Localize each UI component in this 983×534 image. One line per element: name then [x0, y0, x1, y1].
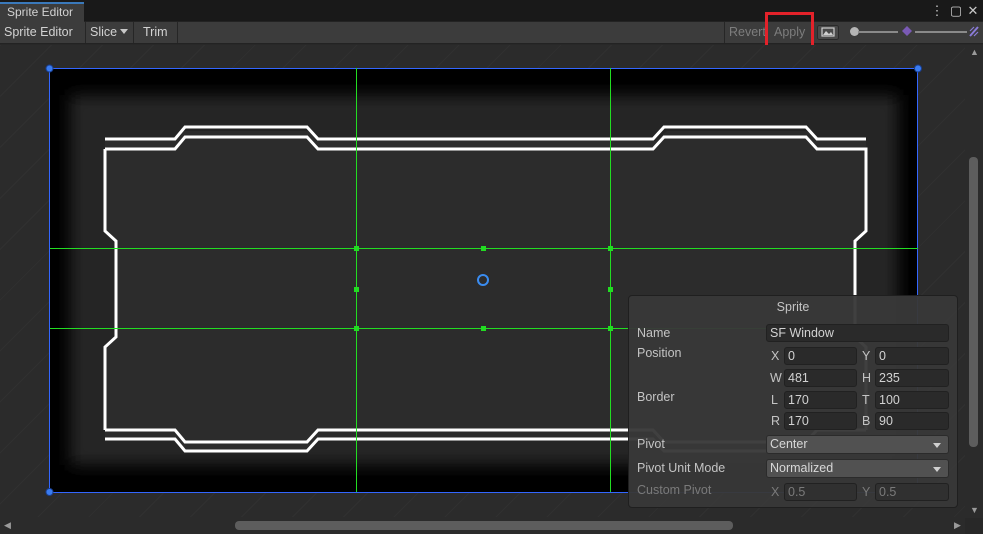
slice-dropdown[interactable]: Slice	[86, 22, 134, 43]
l-label: L	[771, 393, 778, 407]
position-y-field[interactable]: 0	[875, 347, 949, 365]
maximize-icon[interactable]: ▢	[949, 3, 963, 19]
horizontal-scrollbar[interactable]: ◀ ▶	[0, 517, 965, 534]
b-label: B	[862, 414, 871, 428]
alpha-toggle-icon[interactable]	[969, 26, 979, 37]
position-w-field[interactable]: 481	[784, 369, 857, 387]
w-label: W	[770, 371, 782, 385]
custom-pivot-x-label: X	[771, 485, 780, 499]
border-b-field[interactable]: 90	[875, 412, 949, 430]
custom-pivot-x-field[interactable]: 0.5	[784, 483, 857, 501]
image-view-toggle-icon[interactable]	[817, 25, 839, 40]
slice-dropdown-label: Slice	[90, 25, 118, 39]
custom-pivot-y-field[interactable]: 0.5	[875, 483, 949, 501]
border-t-field[interactable]: 100	[875, 391, 949, 409]
y-label: Y	[862, 349, 871, 363]
custom-pivot-y-label: Y	[862, 485, 871, 499]
x-label: X	[771, 349, 780, 363]
border-label: Border	[637, 390, 675, 404]
kebab-menu-icon[interactable]: ⋮	[930, 3, 944, 19]
border-r-field[interactable]: 170	[784, 412, 857, 430]
pivot-unit-mode-value: Normalized	[770, 461, 834, 475]
pivot-dropdown[interactable]: Center	[766, 435, 949, 454]
pivot-label: Pivot	[637, 437, 665, 451]
scroll-up-icon[interactable]: ▲	[970, 47, 979, 57]
name-label: Name	[637, 326, 671, 340]
panel-title: Sprite	[776, 300, 810, 314]
name-field[interactable]: SF Window	[766, 324, 949, 342]
apply-highlight-box	[765, 12, 814, 49]
scroll-right-icon[interactable]: ▶	[954, 520, 961, 531]
tab-bar: Sprite Editor ⋮ ▢ ✕	[0, 0, 983, 22]
scroll-down-icon[interactable]: ▼	[970, 505, 979, 515]
sprite-inspector-panel: Sprite Name SF Window Position X 0 Y 0 W…	[628, 295, 958, 508]
close-icon[interactable]: ✕	[966, 3, 980, 19]
zoom-slider-track[interactable]	[858, 31, 898, 33]
chevron-down-icon	[933, 443, 941, 448]
pivot-unit-mode-label: Pivot Unit Mode	[637, 461, 726, 475]
position-x-field[interactable]: 0	[784, 347, 857, 365]
pivot-dropdown-value: Center	[770, 437, 808, 451]
vertical-scroll-thumb[interactable]	[969, 157, 978, 447]
position-h-field[interactable]: 235	[875, 369, 949, 387]
horizontal-scroll-thumb[interactable]	[235, 521, 733, 530]
scroll-left-icon[interactable]: ◀	[4, 520, 11, 531]
border-l-field[interactable]: 170	[784, 391, 857, 409]
chevron-down-icon	[933, 467, 941, 472]
chevron-down-icon	[120, 29, 129, 34]
tab-sprite-editor[interactable]: Sprite Editor	[0, 2, 84, 22]
sprite-editor-dropdown[interactable]: Sprite Editor	[0, 22, 86, 55]
custom-pivot-label: Custom Pivot	[637, 483, 712, 497]
h-label: H	[862, 371, 872, 385]
mip-slider-track[interactable]	[915, 31, 967, 33]
sprite-editor-dropdown-label: Sprite Editor	[4, 25, 73, 39]
mip-level-icon	[902, 26, 912, 36]
r-label: R	[771, 414, 781, 428]
trim-button[interactable]: Trim	[134, 22, 178, 43]
vertical-scrollbar[interactable]: ▲ ▼	[965, 45, 983, 518]
t-label: T	[862, 393, 870, 407]
revert-button[interactable]: Revert	[724, 22, 766, 43]
pivot-unit-mode-dropdown[interactable]: Normalized	[766, 459, 949, 478]
position-label: Position	[637, 346, 682, 360]
